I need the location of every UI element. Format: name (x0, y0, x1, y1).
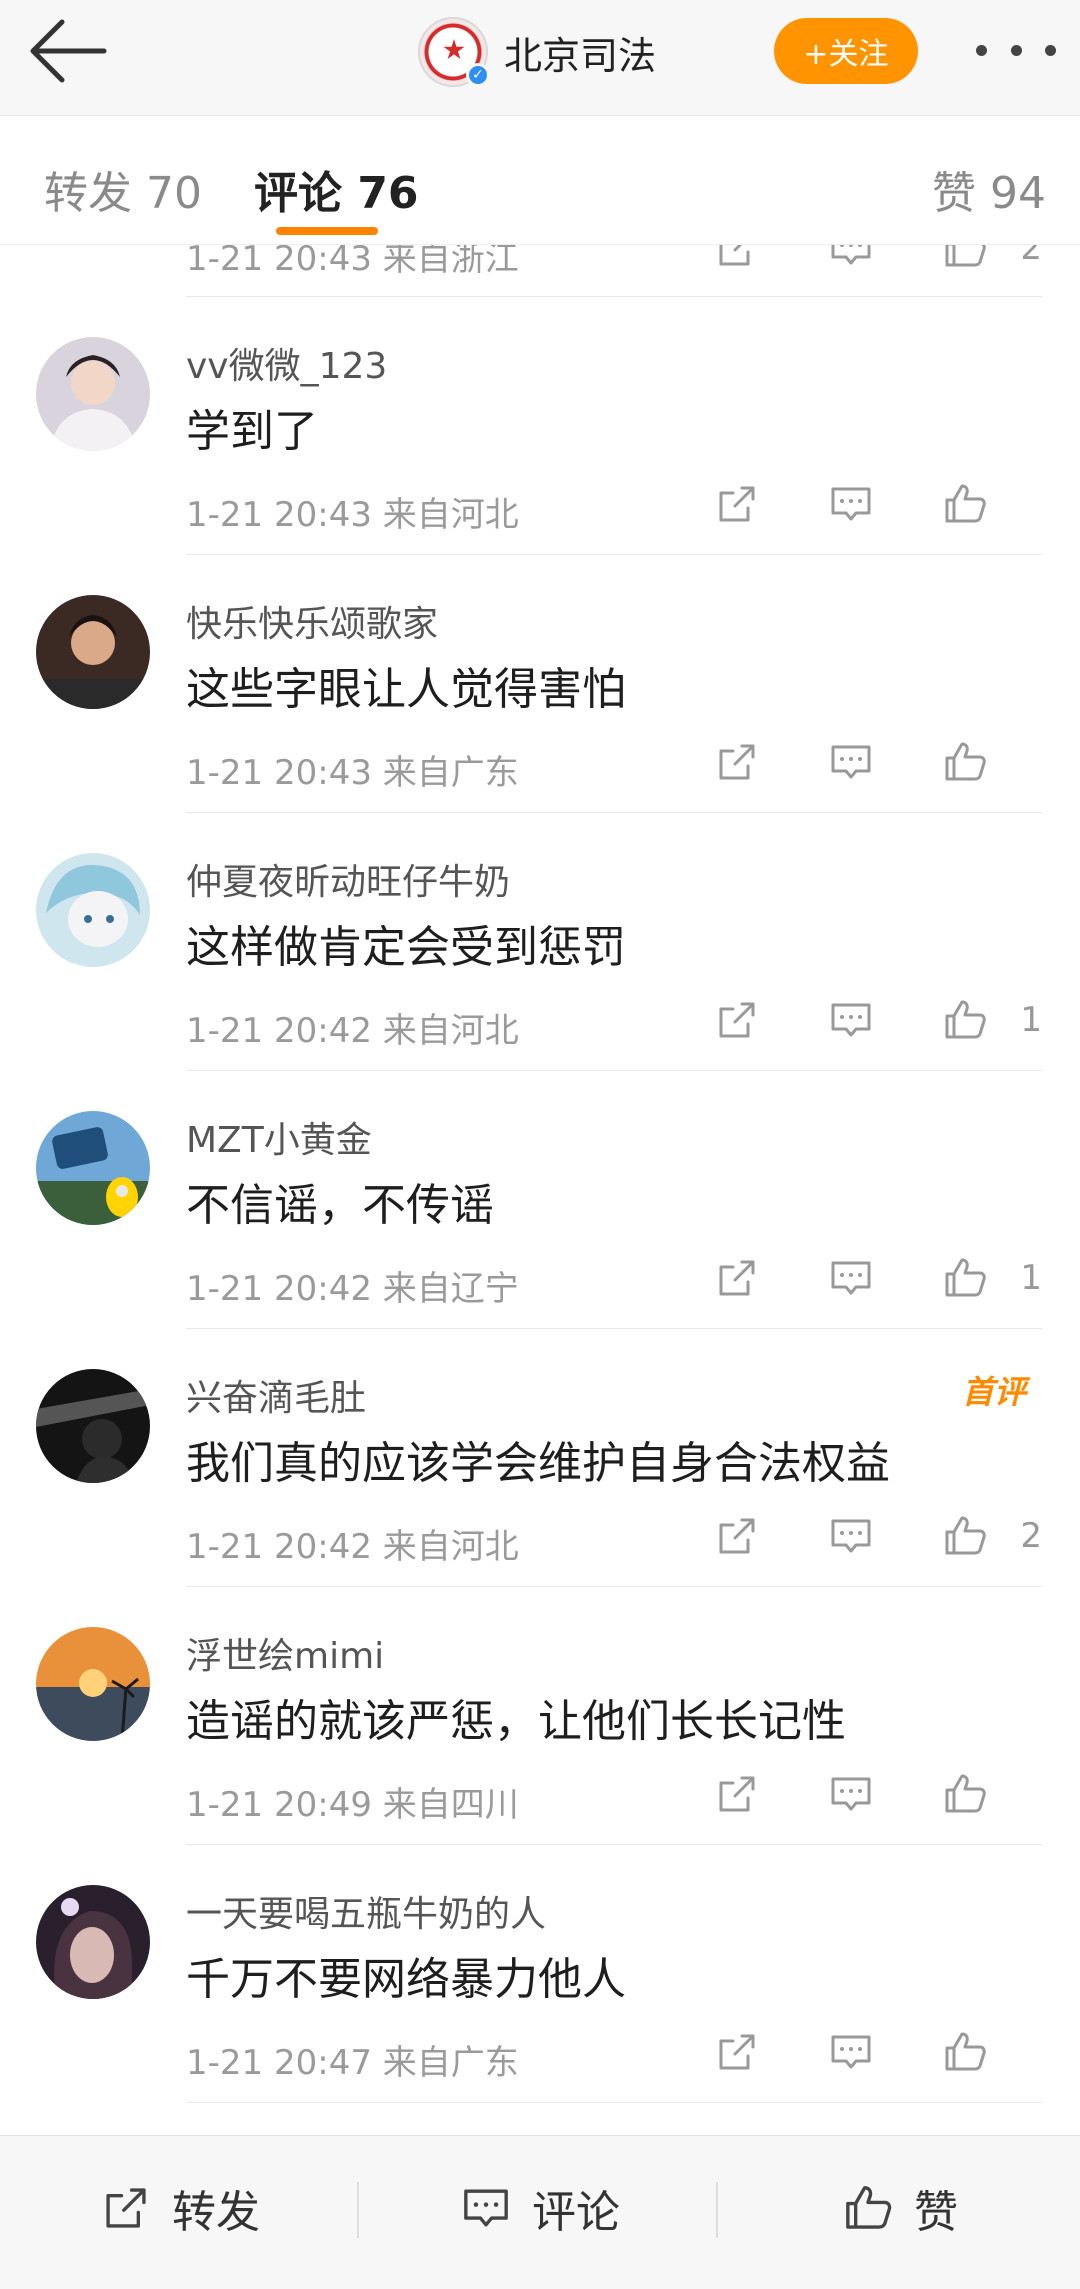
tab-comments[interactable]: 评论 76 (254, 157, 419, 221)
comment-text: 这些字眼让人觉得害怕 (186, 664, 626, 715)
comment-icon[interactable] (826, 479, 876, 529)
bottom-action-bar: 转发 评论 赞 (0, 2135, 1080, 2289)
like-icon[interactable] (940, 1511, 990, 1561)
like-icon[interactable] (940, 2027, 990, 2077)
back-arrow-icon[interactable] (28, 18, 108, 84)
comment-button[interactable]: 评论 (458, 2172, 620, 2244)
tab-reposts[interactable]: 转发 70 (44, 157, 202, 221)
tab-bar: 转发 70 评论 76 赞 94 (0, 117, 1080, 245)
comment-text: 学到了 (186, 406, 318, 457)
avatar[interactable] (36, 1369, 150, 1483)
comment-meta: 1-21 20:42 来自辽宁 (186, 1269, 519, 1309)
list-item: MZT小黄金 不信谣，不传谣 1-21 20:42 来自辽宁 1 (0, 1071, 1080, 1329)
like-icon[interactable] (940, 1769, 990, 1819)
comment-meta: 1-21 20:43 来自广东 (186, 753, 519, 793)
avatar[interactable] (36, 337, 150, 451)
comment-author[interactable]: MZT小黄金 (186, 1111, 372, 1163)
comment-text: 不信谣，不传谣 (186, 1180, 494, 1231)
comment-text: 这样做肯定会受到惩罚 (186, 922, 626, 973)
first-comment-badge: 首评 (962, 1373, 1027, 1411)
comment-icon[interactable] (826, 1511, 876, 1561)
comment-meta: 1-21 20:49 来自四川 (186, 1785, 519, 1825)
share-icon[interactable] (712, 1511, 762, 1561)
like-count: 1 (1020, 1258, 1042, 1298)
share-icon (106, 2188, 146, 2228)
list-item: 兴奋滴毛肚 首评 我们真的应该学会维护自身合法权益 1-21 20:42 来自河… (0, 1329, 1080, 1587)
like-icon[interactable] (940, 995, 990, 1045)
divider (357, 2182, 359, 2238)
share-icon[interactable] (712, 737, 762, 787)
account-header[interactable]: ✓ 北京司法 (418, 14, 656, 90)
comment-label: 评论 (532, 2187, 620, 2238)
like-icon[interactable] (940, 479, 990, 529)
avatar[interactable] (36, 595, 150, 709)
comment-icon[interactable] (826, 2027, 876, 2077)
avatar[interactable] (36, 1885, 150, 1999)
comment-author[interactable]: 浮世绘mimi (186, 1627, 384, 1679)
share-icon[interactable] (712, 1253, 762, 1303)
avatar[interactable] (36, 1111, 150, 1225)
list-item: 快乐快乐颂歌家 这些字眼让人觉得害怕 1-21 20:43 来自广东 (0, 555, 1080, 813)
like-icon[interactable] (940, 1253, 990, 1303)
like-count: 2 (1020, 1516, 1042, 1556)
top-bar: ✓ 北京司法 +关注 (0, 0, 1080, 116)
comment-meta: 1-21 20:42 来自河北 (186, 1011, 519, 1051)
account-name[interactable]: 北京司法 (504, 25, 656, 80)
list-item: 浮世绘mimi 造谣的就该严惩，让他们长长记性 1-21 20:49 来自四川 (0, 1587, 1080, 1845)
comment-icon (464, 2189, 508, 2227)
comment-meta: 1-21 20:47 来自广东 (186, 2043, 519, 2083)
list-item: 一天要喝五瓶牛奶的人 千万不要网络暴力他人 1-21 20:47 来自广东 (0, 1845, 1080, 2103)
tab-likes[interactable]: 赞 94 (932, 157, 1046, 221)
like-button[interactable]: 赞 (840, 2172, 958, 2244)
like-icon (846, 2186, 892, 2229)
active-tab-indicator (276, 227, 378, 235)
share-icon[interactable] (712, 995, 762, 1045)
comment-author[interactable]: vv微微_123 (186, 337, 387, 389)
repost-button[interactable]: 转发 (98, 2172, 260, 2244)
like-label: 赞 (914, 2187, 958, 2238)
account-avatar[interactable]: ✓ (418, 17, 490, 87)
comment-icon[interactable] (826, 1253, 876, 1303)
comment-list[interactable]: vv微微_123 学到了 1-21 20:43 来自河北 快乐快乐颂歌家 这些字… (0, 245, 1080, 2135)
comment-icon[interactable] (826, 995, 876, 1045)
avatar[interactable] (36, 853, 150, 967)
comment-text: 造谣的就该严惩，让他们长长记性 (186, 1696, 846, 1747)
comment-author[interactable]: 一天要喝五瓶牛奶的人 (186, 1885, 546, 1937)
list-item: 仲夏夜昕动旺仔牛奶 这样做肯定会受到惩罚 1-21 20:42 来自河北 1 (0, 813, 1080, 1071)
avatar[interactable] (36, 1627, 150, 1741)
like-count: 1 (1020, 1000, 1042, 1040)
comment-author[interactable]: 快乐快乐颂歌家 (186, 595, 438, 647)
comment-meta: 1-21 20:42 来自河北 (186, 1527, 519, 1567)
comment-author[interactable]: 兴奋滴毛肚 (186, 1369, 366, 1421)
comment-text: 千万不要网络暴力他人 (186, 1954, 626, 2005)
repost-label: 转发 (172, 2187, 260, 2238)
divider (716, 2182, 718, 2238)
comment-text: 我们真的应该学会维护自身合法权益 (186, 1438, 890, 1489)
follow-button[interactable]: +关注 (774, 18, 918, 84)
list-item: vv微微_123 学到了 1-21 20:43 来自河北 (0, 297, 1080, 555)
comment-icon[interactable] (826, 1769, 876, 1819)
comment-meta: 1-21 20:43 来自河北 (186, 495, 519, 535)
share-icon[interactable] (712, 479, 762, 529)
more-options-icon[interactable] (976, 28, 1056, 72)
verified-badge-icon: ✓ (466, 63, 490, 87)
comment-icon[interactable] (826, 737, 876, 787)
comment-author[interactable]: 仲夏夜昕动旺仔牛奶 (186, 853, 510, 905)
share-icon[interactable] (712, 2027, 762, 2077)
like-icon[interactable] (940, 737, 990, 787)
share-icon[interactable] (712, 1769, 762, 1819)
